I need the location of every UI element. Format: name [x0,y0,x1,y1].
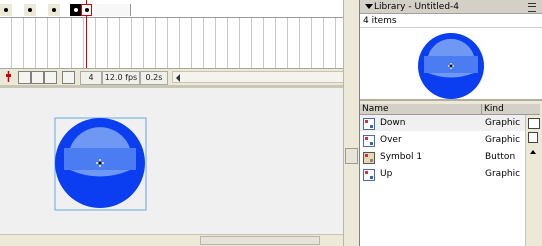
current-frame-field: 4 [80,71,102,85]
list-item[interactable]: Down Graphic [360,115,525,131]
panel-options-menu-icon[interactable] [528,3,536,12]
preview-symbol [418,33,484,99]
library-item-count: 4 items [360,14,542,28]
vertical-scroll-thumb[interactable] [345,148,358,164]
stage-vertical-scrollbar[interactable] [343,0,360,246]
graphic-symbol-icon [363,135,375,147]
item-kind: Graphic [485,135,521,145]
item-kind: Graphic [485,118,521,128]
frame-row[interactable] [0,0,355,18]
column-kind-header[interactable]: Kind [481,104,504,115]
frame-rate-field: 12.0 fps [102,71,140,85]
list-item[interactable]: Up Graphic [360,166,525,182]
column-name-header[interactable]: Name [362,104,389,115]
item-kind: Button [485,152,516,162]
stage-scroll-thumb[interactable] [200,236,320,245]
scroll-left-arrow-icon[interactable] [174,73,184,83]
library-preview-pane [360,28,542,101]
library-panel-title-bar[interactable]: Library - Untitled-4 [360,0,542,14]
button-symbol-icon [363,152,375,164]
list-item[interactable]: Symbol 1 Button [360,149,525,165]
narrow-view-icon[interactable] [528,132,538,143]
modify-onion-markers-icon[interactable] [62,71,75,84]
onion-skin-icon[interactable] [18,71,31,84]
list-item[interactable]: Over Graphic [360,132,525,148]
item-name: Up [380,169,393,179]
timeline-status-bar: 4 12.0 fps 0.2s [0,68,355,85]
library-column-header: Name Kind [360,104,540,115]
graphic-symbol-icon [363,118,375,130]
stage-drawing [54,117,147,211]
timeline-panel: 4 12.0 fps 0.2s [0,0,355,85]
center-frame-icon[interactable] [3,71,14,82]
sort-order-icon[interactable] [528,148,538,157]
elapsed-time-field: 0.2s [140,71,168,85]
button-symbol-instance [55,118,145,208]
wide-view-icon[interactable] [528,118,540,129]
playhead-handle[interactable] [81,4,92,16]
onion-skin-outlines-icon[interactable] [31,71,44,84]
frame-cell[interactable] [118,4,131,16]
library-side-toolbar [525,115,542,246]
item-name: Over [380,135,402,145]
graphic-symbol-icon [363,169,375,181]
collapse-arrow-icon[interactable] [365,4,373,9]
timeline-horizontal-scrollbar[interactable] [172,71,352,83]
stage-canvas[interactable] [0,85,343,234]
item-name: Symbol 1 [380,152,423,162]
library-title: Library - Untitled-4 [374,2,460,12]
library-item-list: Down Graphic Over Graphic Symbol 1 Butto… [360,115,525,246]
item-kind: Graphic [485,169,521,179]
item-name: Down [380,118,406,128]
edit-multiple-frames-icon[interactable] [44,71,57,84]
